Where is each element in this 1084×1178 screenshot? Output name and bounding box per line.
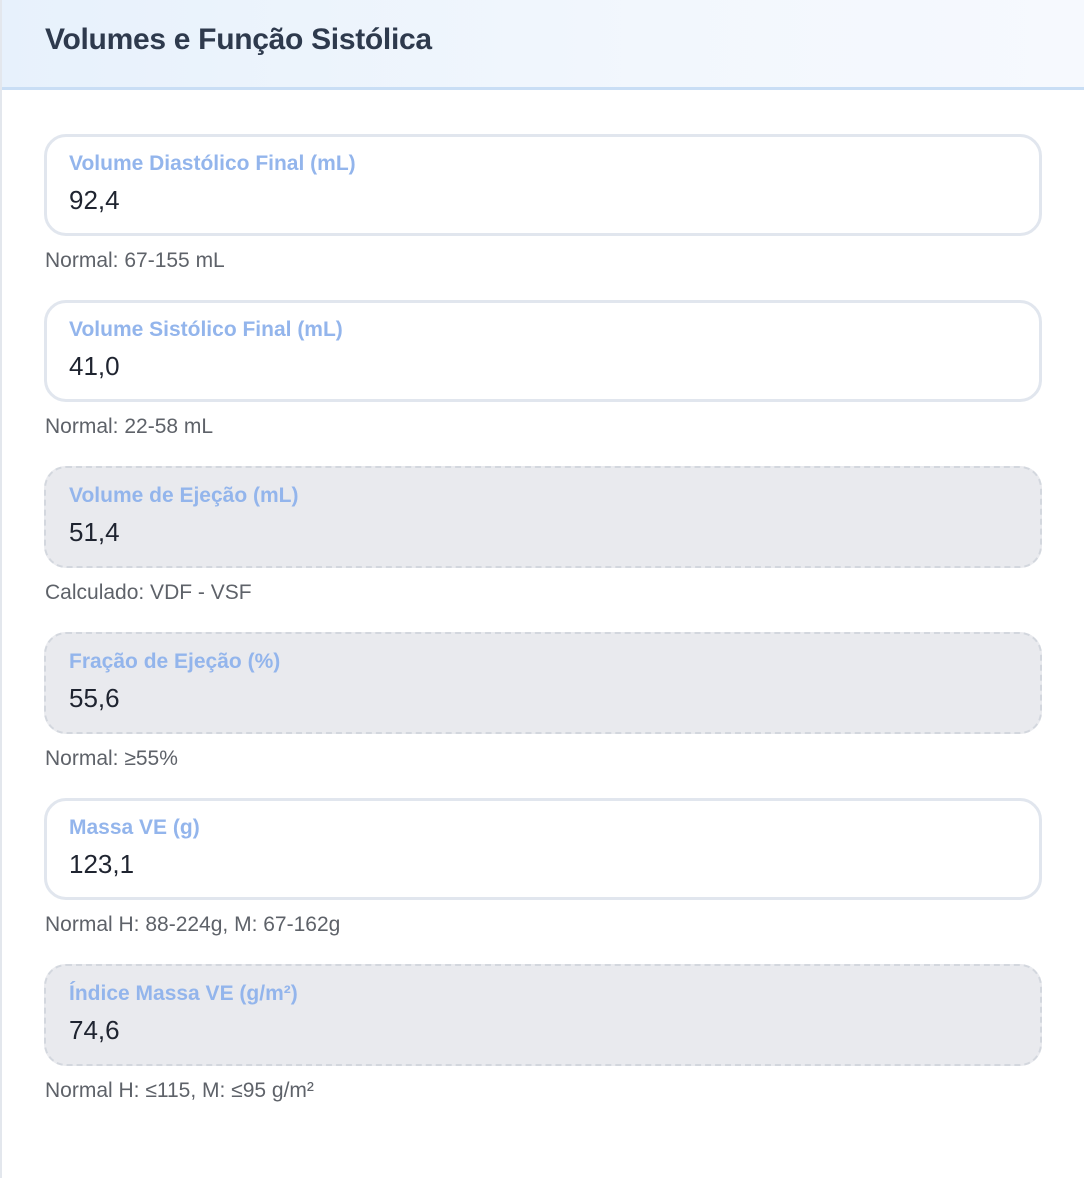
indice-massa-ve-input [69, 1014, 1018, 1046]
card-header: Volumes e Função Sistólica [2, 0, 1084, 90]
fe-input [69, 682, 1018, 714]
fe-field: Fração de Ejeção (%) [44, 632, 1042, 734]
section-title: Volumes e Função Sistólica [45, 22, 432, 56]
vsf-input[interactable] [69, 350, 1017, 382]
field-group-vdf: Volume Diastólico Final (mL) Normal: 67-… [44, 134, 1042, 273]
massa-ve-label: Massa VE (g) [69, 816, 200, 839]
ve-field: Volume de Ejeção (mL) [44, 466, 1042, 568]
field-group-massa-ve: Massa VE (g) Normal H: 88-224g, M: 67-16… [44, 798, 1042, 937]
vdf-field[interactable]: Volume Diastólico Final (mL) [44, 134, 1042, 236]
vsf-hint: Normal: 22-58 mL [45, 415, 214, 438]
vsf-label: Volume Sistólico Final (mL) [69, 318, 343, 341]
fe-hint: Normal: ≥55% [45, 747, 178, 770]
ve-hint: Calculado: VDF - VSF [45, 581, 252, 604]
indice-massa-ve-field: Índice Massa VE (g/m²) [44, 964, 1042, 1066]
vsf-field[interactable]: Volume Sistólico Final (mL) [44, 300, 1042, 402]
fe-label: Fração de Ejeção (%) [69, 650, 281, 673]
massa-ve-input[interactable] [69, 848, 1017, 880]
indice-massa-ve-label: Índice Massa VE (g/m²) [69, 982, 298, 1005]
card-body: Volume Diastólico Final (mL) Normal: 67-… [2, 90, 1084, 1103]
ve-input [69, 516, 1018, 548]
field-group-vsf: Volume Sistólico Final (mL) Normal: 22-5… [44, 300, 1042, 439]
vdf-label: Volume Diastólico Final (mL) [69, 152, 356, 175]
field-group-indice-massa-ve: Índice Massa VE (g/m²) Normal H: ≤115, M… [44, 964, 1042, 1103]
ve-label: Volume de Ejeção (mL) [69, 484, 299, 507]
field-group-ve: Volume de Ejeção (mL) Calculado: VDF - V… [44, 466, 1042, 605]
massa-ve-field[interactable]: Massa VE (g) [44, 798, 1042, 900]
vdf-input[interactable] [69, 184, 1017, 216]
indice-massa-ve-hint: Normal H: ≤115, M: ≤95 g/m² [45, 1079, 314, 1102]
massa-ve-hint: Normal H: 88-224g, M: 67-162g [45, 913, 341, 936]
field-group-fe: Fração de Ejeção (%) Normal: ≥55% [44, 632, 1042, 771]
volumes-card: Volumes e Função Sistólica Volume Diastó… [0, 0, 1084, 1178]
vdf-hint: Normal: 67-155 mL [45, 249, 225, 272]
